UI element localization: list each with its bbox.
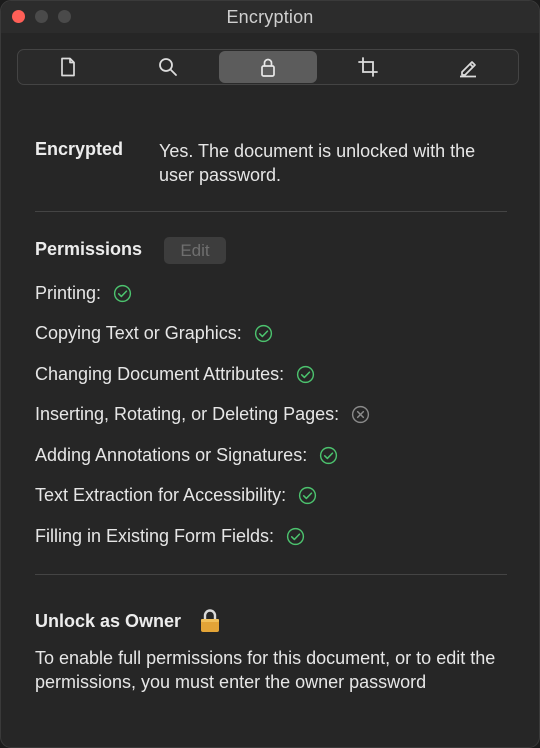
divider [35, 574, 507, 575]
unlock-owner-section: Unlock as Owner [35, 608, 221, 634]
unlock-owner-description: To enable full permissions for this docu… [35, 648, 496, 692]
tab-annotations[interactable] [419, 51, 517, 83]
unlock-owner-lock-icon[interactable] [199, 608, 221, 634]
check-circle-icon [286, 527, 305, 546]
lock-icon [261, 58, 275, 77]
tab-crop[interactable] [319, 51, 417, 83]
permission-row: Printing: [35, 283, 132, 304]
window-title: Encryption [226, 7, 314, 27]
crop-icon [358, 57, 378, 77]
permission-label: Changing Document Attributes: [35, 364, 285, 384]
permission-label: Printing: [35, 283, 102, 303]
permission-row: Changing Document Attributes: [35, 364, 315, 385]
tab-search[interactable] [119, 51, 217, 83]
encryption-window: Encryption Encrypted Yes. The document i… [0, 0, 540, 748]
permission-row: Copying Text or Graphics: [35, 323, 273, 344]
divider [35, 211, 507, 212]
document-icon [61, 57, 75, 77]
inspector-toolbar [17, 49, 519, 85]
pencil-icon [460, 61, 476, 78]
permissions-title: Permissions [35, 239, 143, 259]
search-icon [159, 58, 177, 76]
tab-encryption[interactable] [219, 51, 317, 83]
tab-general-info[interactable] [19, 51, 117, 83]
encrypted-label: Encrypted [35, 139, 124, 159]
permission-label: Filling in Existing Form Fields: [35, 526, 275, 546]
x-circle-icon [351, 405, 370, 424]
edit-permissions-button[interactable]: Edit [164, 237, 226, 264]
check-circle-icon [254, 324, 273, 343]
check-circle-icon [319, 446, 338, 465]
check-circle-icon [296, 365, 315, 384]
title-bar: Encryption [1, 1, 539, 33]
check-circle-icon [298, 486, 317, 505]
permission-row: Filling in Existing Form Fields: [35, 526, 305, 547]
permission-label: Adding Annotations or Signatures: [35, 445, 308, 465]
permission-label: Text Extraction for Accessibility: [35, 485, 287, 505]
permission-label: Copying Text or Graphics: [35, 323, 242, 343]
permission-row: Inserting, Rotating, or Deleting Pages: [35, 404, 370, 425]
permission-label: Inserting, Rotating, or Deleting Pages: [35, 404, 340, 424]
permission-row: Text Extraction for Accessibility: [35, 485, 317, 506]
unlock-owner-title: Unlock as Owner [35, 610, 182, 631]
permission-row: Adding Annotations or Signatures: [35, 445, 338, 466]
encrypted-value: Yes. The document is unlocked with the u… [159, 141, 476, 185]
check-circle-icon [113, 284, 132, 303]
